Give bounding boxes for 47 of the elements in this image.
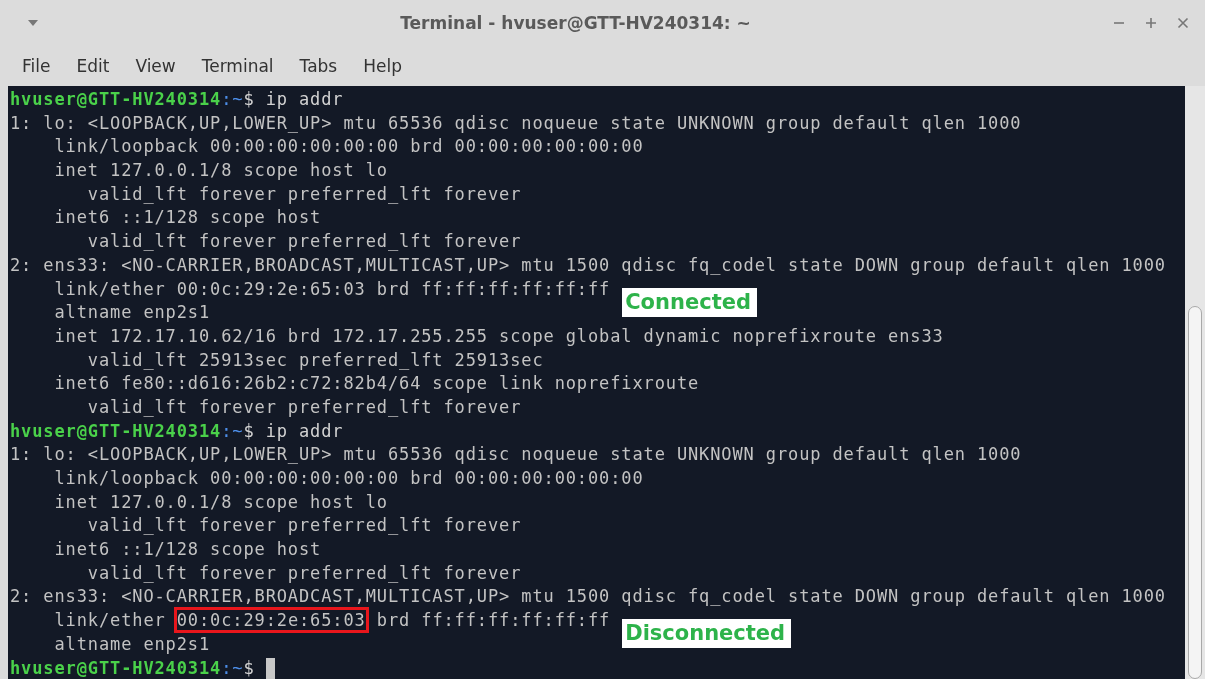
command-text: $ — [243, 657, 256, 678]
highlighted-mac-address: 00:0c:29:2e:65:03 — [176, 610, 366, 631]
prompt-path: :~ — [221, 420, 244, 441]
menu-item[interactable]: View — [122, 56, 189, 76]
output-text: brd ff:ff:ff:ff:ff:ff — [375, 610, 611, 631]
output-text: valid_lft forever preferred_lft forever — [86, 562, 522, 583]
window-menu-icon[interactable] — [28, 20, 38, 26]
menu-item[interactable]: Help — [350, 56, 415, 76]
prompt-user-host: hvuser@GTT-HV240314 — [10, 657, 222, 678]
output-text: 2: ens33: <NO-CARRIER,BROADCAST,MULTICAST,UP> mtu 1500 qdisc fq_codel state DOWN group default qlen 1000 — [10, 254, 1166, 275]
command-text: $ ip addr — [243, 420, 344, 441]
output-text: altname enp2s1 — [53, 302, 211, 323]
output-text: inet6 fe80::d616:26b2:c72:82b4/64 scope link noprefixroute — [53, 373, 700, 394]
menu-item[interactable]: Edit — [63, 56, 123, 76]
output-text: 1: lo: <LOOPBACK,UP,LOWER_UP> mtu 65536 qdisc noqueue state UNKNOWN group default qlen 1000 — [10, 112, 1022, 133]
output-text: 2: ens33: <NO-CARRIER,BROADCAST,MULTICAST,UP> mtu 1500 qdisc fq_codel state DOWN group default qlen 1000 — [10, 586, 1166, 607]
prompt-user-host: hvuser@GTT-HV240314 — [10, 89, 222, 109]
menu-item[interactable]: Tabs — [286, 56, 351, 76]
scrollbar[interactable] — [1185, 86, 1205, 679]
output-text: link/ether — [53, 610, 167, 631]
annotation-label: Disconnected — [622, 619, 792, 649]
output-text: inet 127.0.0.1/8 scope host lo — [53, 160, 388, 181]
prompt-user-host: hvuser@GTT-HV240314 — [10, 420, 222, 441]
output-text: valid_lft forever preferred_lft forever — [86, 183, 522, 204]
prompt-path: :~ — [221, 89, 244, 109]
output-text: inet 127.0.0.1/8 scope host lo — [53, 491, 388, 512]
close-icon[interactable] — [1177, 17, 1189, 29]
output-text: valid_lft forever preferred_lft forever — [86, 231, 522, 252]
maximize-icon[interactable] — [1145, 17, 1157, 29]
prompt-path: :~ — [221, 657, 244, 678]
output-text: valid_lft forever preferred_lft forever — [86, 396, 522, 417]
output-text: link/ether 00:0c:29:2e:65:03 brd ff:ff:ff:ff:ff:ff — [53, 278, 611, 299]
output-text: valid_lft 25913sec preferred_lft 25913sec — [86, 349, 544, 370]
window-title: Terminal - hvuser@GTT-HV240314: ~ — [399, 13, 752, 33]
annotation-label: Connected — [622, 287, 757, 317]
output-text: valid_lft forever preferred_lft forever — [86, 515, 522, 536]
scrollbar-thumb[interactable] — [1188, 306, 1202, 679]
output-text: link/loopback 00:00:00:00:00:00 brd 00:00:00:00:00:00 — [53, 136, 644, 157]
output-text: inet6 ::1/128 scope host — [53, 207, 322, 228]
output-text: altname enp2s1 — [53, 633, 211, 654]
output-text: 1: lo: <LOOPBACK,UP,LOWER_UP> mtu 65536 qdisc noqueue state UNKNOWN group default qlen 1000 — [10, 444, 1022, 465]
command-text: $ ip addr — [243, 89, 344, 109]
menu-item[interactable]: File — [10, 56, 64, 76]
output-text: link/loopback 00:00:00:00:00:00 brd 00:00:00:00:00:00 — [53, 468, 644, 488]
menu-item[interactable]: Terminal — [188, 56, 287, 76]
output-text: inet6 ::1/128 scope host — [53, 539, 322, 560]
output-text: inet 172.17.10.62/16 brd 172.17.255.255 scope global dynamic noprefixroute ens33 — [53, 325, 944, 346]
